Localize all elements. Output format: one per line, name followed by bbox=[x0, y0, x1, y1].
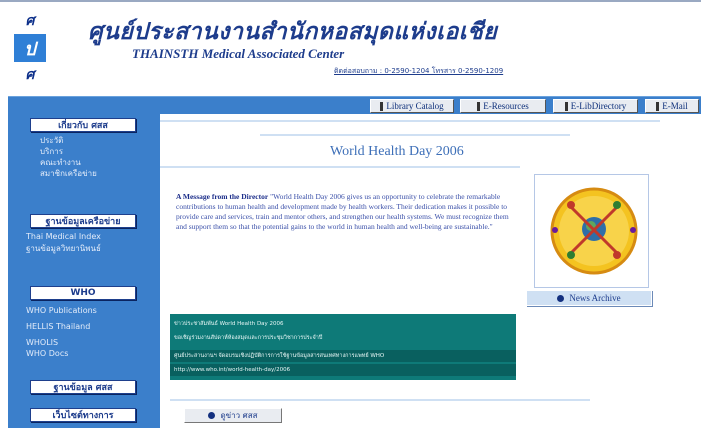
news-item[interactable]: ขอเชิญร่วมงานสัปดาห์ห้องสมุดและการประชุม… bbox=[170, 334, 516, 342]
sidebar-heading-who: WHO bbox=[30, 286, 136, 300]
divider bbox=[170, 399, 590, 401]
sidebar-heading-center-db[interactable]: ฐานข้อมูล ศสส bbox=[30, 380, 136, 394]
sidebar-heading-official-sites[interactable]: เว็บไซต์ทางการ bbox=[30, 408, 136, 422]
news-item[interactable]: http://www.who.int/world-health-day/2006 bbox=[170, 364, 516, 376]
center-news-label: ดูข่าว ศสส bbox=[220, 411, 258, 420]
e-lib-directory-button[interactable]: E-LibDirectory bbox=[553, 99, 638, 113]
sidebar-link-who-publications[interactable]: WHO Publications bbox=[26, 306, 97, 315]
director-message: A Message from the Director "World Healt… bbox=[176, 192, 514, 232]
e-mail-button[interactable]: E-Mail bbox=[645, 99, 699, 113]
site-title-thai: ศูนย์ประสานงานสำนักหอสมุดแห่งเอเชีย bbox=[88, 19, 498, 45]
poster-graphic bbox=[550, 187, 638, 275]
site-title-english: THAINSTH Medical Associated Center bbox=[132, 46, 345, 61]
divider bbox=[260, 134, 570, 136]
sidebar: เกี่ยวกับ ศสส ประวัติ บริการ คณะทำงาน สม… bbox=[8, 114, 160, 428]
news-panel: ข่าวประชาสัมพันธ์ World Health Day 2006 … bbox=[170, 314, 516, 380]
center-news-button[interactable]: ดูข่าว ศสส bbox=[184, 408, 282, 423]
message-lead: A Message from the Director bbox=[176, 192, 269, 201]
divider bbox=[160, 166, 520, 168]
sidebar-link-members[interactable]: สมาชิกเครือข่าย bbox=[40, 169, 97, 178]
page-title: World Health Day 2006 bbox=[330, 144, 464, 159]
contact-link[interactable]: ติดต่อสอบถาม : 0-2590-1204 โทรสาร 0-2590… bbox=[334, 66, 503, 77]
sidebar-heading-network-db: ฐานข้อมูลเครือข่าย bbox=[30, 214, 136, 228]
world-health-day-poster[interactable] bbox=[534, 174, 649, 288]
library-catalog-button[interactable]: Library Catalog bbox=[370, 99, 454, 113]
news-archive-button[interactable]: News Archive bbox=[526, 290, 652, 306]
site-logo[interactable]: ศ ป ศ bbox=[14, 10, 46, 86]
logo-letter: ศ bbox=[25, 67, 35, 83]
sidebar-heading-about: เกี่ยวกับ ศสส bbox=[30, 118, 136, 132]
sidebar-link-hellis[interactable]: HELLIS Thailand bbox=[26, 322, 90, 331]
logo-letter: ป bbox=[14, 34, 46, 62]
logo-letter: ศ bbox=[25, 13, 35, 29]
sidebar-link-services[interactable]: บริการ bbox=[40, 147, 63, 156]
sidebar-link-thai-medical-index[interactable]: Thai Medical Index bbox=[26, 232, 101, 241]
sidebar-link-history[interactable]: ประวัติ bbox=[40, 136, 63, 145]
site-header: ศ ป ศ ศูนย์ประสานงานสำนักหอสมุดแห่งเอเชี… bbox=[0, 0, 701, 96]
news-item[interactable]: ข่าวประชาสัมพันธ์ World Health Day 2006 bbox=[170, 320, 516, 328]
e-resources-button[interactable]: E-Resources bbox=[460, 99, 546, 113]
news-item[interactable]: ศูนย์ประสานงานฯ จัดอบรมเชิงปฏิบัติการการ… bbox=[170, 350, 516, 362]
main-content: World Health Day 2006 A Message from the… bbox=[160, 114, 701, 428]
sidebar-link-thesis-db[interactable]: ฐานข้อมูลวิทยานิพนธ์ bbox=[26, 244, 101, 253]
divider bbox=[160, 120, 660, 122]
sidebar-link-committee[interactable]: คณะทำงาน bbox=[40, 158, 81, 167]
bullet-icon bbox=[557, 294, 565, 302]
top-toolbar: Library Catalog E-Resources E-LibDirecto… bbox=[8, 96, 701, 114]
sidebar-link-wholis[interactable]: WHOLIS bbox=[26, 338, 58, 347]
bullet-icon bbox=[208, 412, 216, 419]
sidebar-link-who-docs[interactable]: WHO Docs bbox=[26, 349, 68, 358]
news-archive-label: News Archive bbox=[569, 293, 621, 303]
